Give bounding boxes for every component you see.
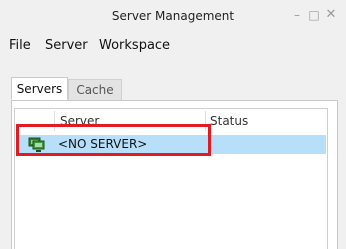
annotation-highlight-box bbox=[16, 124, 211, 156]
title-bar: Server Management – □ ✕ bbox=[0, 0, 346, 33]
tab-cache[interactable]: Cache bbox=[68, 79, 122, 100]
tab-servers[interactable]: Servers bbox=[11, 77, 68, 100]
minimize-icon[interactable]: – bbox=[290, 8, 304, 22]
close-icon[interactable]: ✕ bbox=[324, 8, 338, 22]
maximize-icon[interactable]: □ bbox=[307, 8, 321, 22]
menu-workspace[interactable]: Workspace bbox=[99, 38, 170, 53]
menu-file[interactable]: File bbox=[9, 38, 31, 53]
column-header-status[interactable]: Status bbox=[205, 109, 325, 133]
menu-server[interactable]: Server bbox=[45, 38, 88, 53]
menu-bar: File Server Workspace bbox=[0, 33, 346, 59]
